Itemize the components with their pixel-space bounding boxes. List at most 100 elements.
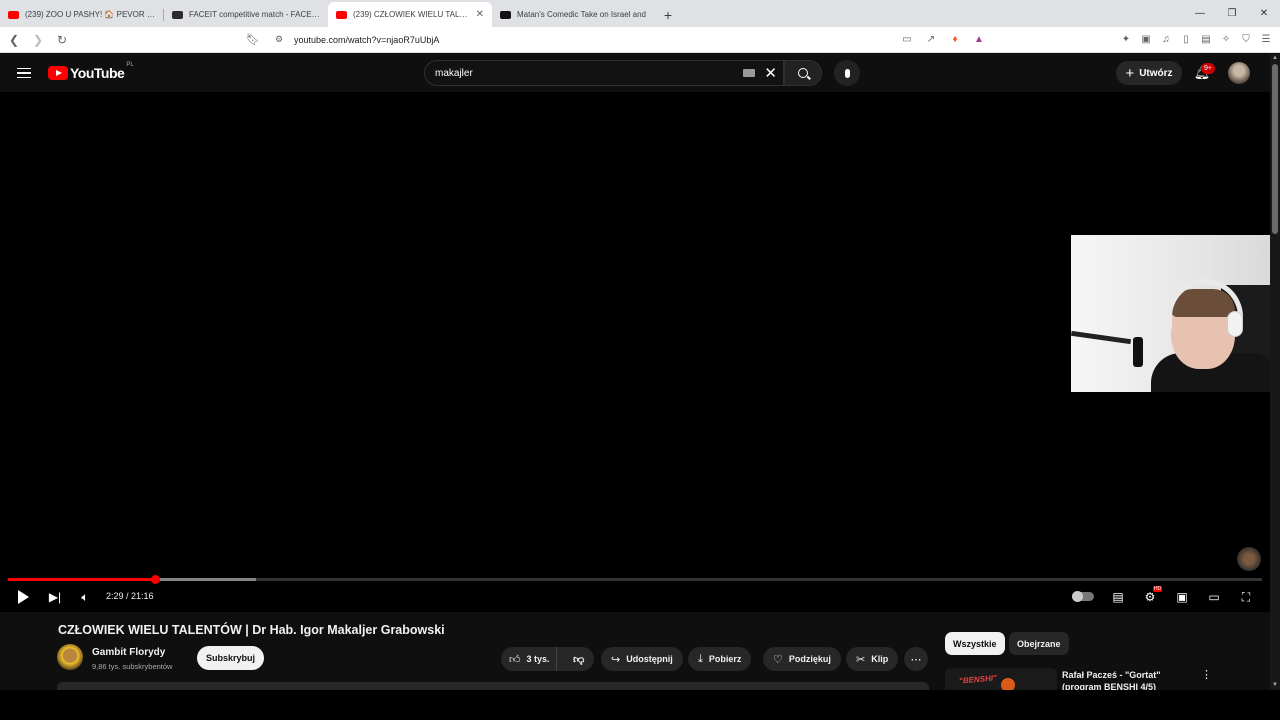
search-input[interactable]: makajler ✕ <box>424 60 784 86</box>
captions-icon: ▤ <box>1112 590 1124 604</box>
browser-tab-2[interactable]: FACEIT competitive match - FACEIT.c <box>164 2 328 27</box>
hamburger-menu-icon[interactable] <box>14 63 34 83</box>
description-box[interactable] <box>57 682 929 690</box>
youtube-favicon-icon <box>336 10 347 19</box>
bookmark-icon[interactable]: 🔖︎ <box>246 33 260 46</box>
channel-avatar[interactable] <box>57 644 83 670</box>
thumbnail-text: "BENSHI" <box>958 673 998 686</box>
next-button[interactable]: ▶| <box>44 586 66 608</box>
scroll-down-icon[interactable]: ▼ <box>1271 682 1279 688</box>
browser-tab-4[interactable]: Matan's Comedic Take on Israel and <box>492 2 656 27</box>
recommendation-menu-icon[interactable]: ⋮ <box>1201 668 1212 681</box>
restore-icon[interactable]: ❐ <box>1216 0 1248 27</box>
cast-icon[interactable]: ▭ <box>898 31 916 49</box>
chip-watched[interactable]: Obejrzane <box>1009 632 1069 655</box>
like-count: 3 tys. <box>526 654 550 664</box>
share-icon[interactable]: ↗ <box>922 31 940 49</box>
fullscreen-icon: ⛶ <box>1241 589 1251 604</box>
recommendation-thumbnail[interactable]: "BENSHI" <box>945 668 1057 690</box>
like-button[interactable]: 👍︎ 3 tys. <box>501 647 558 671</box>
miniplayer-button[interactable]: ▣ <box>1171 586 1193 608</box>
site-settings-icon[interactable]: ⚙ <box>270 34 288 45</box>
address-bar[interactable]: ⚙ youtube.com/watch?v=njaoR7uUbjA <box>270 30 990 50</box>
forward-icon[interactable]: ❯ <box>28 30 48 50</box>
youtube-wordmark: YouTube <box>70 65 125 81</box>
theater-mode-button[interactable]: ▭ <box>1203 586 1225 608</box>
fullscreen-button[interactable]: ⛶ <box>1235 586 1257 608</box>
progress-bar[interactable] <box>8 575 1262 584</box>
search-button[interactable] <box>784 60 822 86</box>
youtube-logo[interactable]: YouTube PL <box>48 62 134 81</box>
window-controls: — ❐ ✕ <box>1184 0 1280 27</box>
thanks-button[interactable]: ♡ Podziękuj <box>763 647 841 671</box>
faceit-favicon-icon <box>172 10 183 19</box>
close-window-icon[interactable]: ✕ <box>1248 0 1280 27</box>
channel-watermark[interactable] <box>1237 547 1261 571</box>
media-icon[interactable]: ♫ <box>1158 31 1174 49</box>
scroll-up-icon[interactable]: ▲ <box>1271 55 1279 61</box>
vpn-icon[interactable]: ⛉ <box>1238 31 1254 49</box>
play-button[interactable] <box>12 586 34 608</box>
heart-dollar-icon: ♡ <box>773 653 783 666</box>
tiktok-favicon-icon <box>500 10 511 19</box>
close-tab-icon[interactable]: ✕ <box>476 9 484 20</box>
download-button[interactable]: ⤓ Pobierz <box>688 647 752 671</box>
reload-icon[interactable]: ↻ <box>52 30 72 50</box>
brave-rewards-icon[interactable]: ▲ <box>970 31 988 49</box>
menu-icon[interactable]: ☰ <box>1258 31 1274 49</box>
wallet-icon[interactable]: ▤ <box>1198 31 1214 49</box>
subscribe-button[interactable]: Subskrybuj <box>197 646 264 670</box>
create-button[interactable]: + Utwórz <box>1116 61 1182 85</box>
notifications-badge: 9+ <box>1201 63 1215 74</box>
subscriber-count: 9,86 tys. subskrybentów <box>92 662 173 671</box>
picture-in-picture-video[interactable] <box>1071 235 1280 392</box>
country-code: PL <box>126 62 134 68</box>
microphone-icon <box>844 68 850 78</box>
voice-search-button[interactable] <box>834 60 860 86</box>
autoplay-toggle[interactable] <box>1072 591 1094 602</box>
reading-list-icon[interactable]: ▣ <box>1138 31 1154 49</box>
scrollbar-thumb[interactable] <box>1272 64 1278 234</box>
youtube-favicon-icon <box>8 10 19 19</box>
scrubber-handle[interactable] <box>150 575 160 584</box>
youtube-play-logo-icon <box>48 66 68 80</box>
browser-tab-title: Matan's Comedic Take on Israel and <box>517 10 647 19</box>
share-arrow-icon: ↪ <box>611 653 621 666</box>
browser-tab-3[interactable]: (239) CZŁOWIEK WIELU TALENTÓ ✕ <box>328 2 492 27</box>
sidebar-icon[interactable]: ▯ <box>1178 31 1194 49</box>
volume-icon: 🔈︎ <box>81 589 89 604</box>
leo-icon[interactable]: ✧ <box>1218 31 1234 49</box>
thanks-label: Podziękuj <box>788 654 831 664</box>
account-avatar[interactable] <box>1228 62 1250 84</box>
more-actions-icon[interactable]: ⋯ <box>904 647 928 671</box>
brave-shields-icon[interactable]: ♦ <box>946 31 964 49</box>
thumbs-up-icon: 👍︎ <box>509 653 521 666</box>
download-icon: ⤓ <box>698 652 703 665</box>
page-scrollbar[interactable]: ▲ ▼ <box>1270 54 1280 690</box>
next-icon: ▶| <box>48 590 62 604</box>
like-dislike-group: 👍︎ 3 tys. 👎︎ <box>501 647 594 671</box>
clear-search-icon[interactable]: ✕ <box>764 64 777 82</box>
browser-tab-1[interactable]: (239) ZOO U PASHY! 🏠 PEVOR POD <box>0 2 164 27</box>
minimize-icon[interactable]: — <box>1184 0 1216 27</box>
url-text[interactable]: youtube.com/watch?v=njaoR7uUbjA <box>294 35 439 45</box>
dislike-button[interactable]: 👎︎ <box>563 653 594 666</box>
scissors-icon: ✂ <box>856 653 866 666</box>
recommendation-title[interactable]: Rafał Pacześ - "Gortat" (program BENSHI … <box>1062 669 1192 691</box>
extensions-icon[interactable]: ✦ <box>1118 31 1134 49</box>
hd-badge: HD <box>1153 586 1163 592</box>
studio-microphone <box>1133 337 1143 367</box>
create-label: Utwórz <box>1139 67 1173 79</box>
keyboard-icon[interactable] <box>743 69 755 77</box>
search-icon <box>798 68 808 78</box>
new-tab-button[interactable]: + <box>656 2 680 27</box>
back-icon[interactable]: ❮ <box>4 30 24 50</box>
share-button[interactable]: ↪ Udostępnij <box>601 647 683 671</box>
clip-button[interactable]: ✂ Klip <box>846 647 899 671</box>
subtitles-button[interactable]: ▤ <box>1107 586 1129 608</box>
youtube-header: YouTube PL makajler ✕ + Utwórz 🔔︎ <box>0 54 1270 92</box>
mute-button[interactable]: 🔈︎ <box>74 586 96 608</box>
channel-name[interactable]: Gambit Florydy <box>92 647 165 658</box>
search-input-value[interactable]: makajler <box>435 68 473 79</box>
chip-all[interactable]: Wszystkie <box>945 632 1005 655</box>
